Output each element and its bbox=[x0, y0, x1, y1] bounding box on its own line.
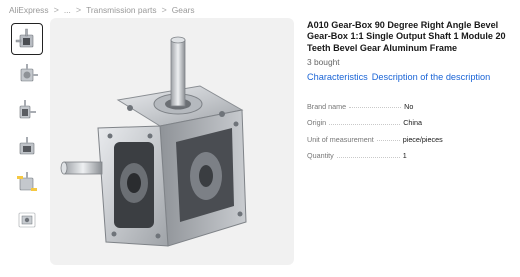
gearbox-exploded-thumbnail-icon bbox=[18, 212, 36, 228]
spec-row: Brand name No bbox=[307, 98, 513, 115]
spec-leader bbox=[376, 140, 400, 142]
spec-key: Unit of measurement bbox=[307, 134, 374, 144]
thumbnail-6[interactable] bbox=[11, 203, 43, 235]
spec-leader bbox=[336, 156, 400, 158]
tab-characteristics[interactable]: Characteristics bbox=[307, 72, 368, 82]
breadcrumb-aliexpress[interactable]: AliExpress bbox=[9, 5, 49, 15]
product-info: A010 Gear-Box 90 Degree Right Angle Beve… bbox=[307, 20, 515, 82]
spec-key: Origin bbox=[307, 118, 327, 128]
main-product-image[interactable] bbox=[50, 18, 294, 265]
thumbnail-strip bbox=[11, 23, 45, 239]
breadcrumb-gears[interactable]: Gears bbox=[172, 5, 195, 15]
gearbox-dimensions-thumbnail-icon bbox=[17, 172, 37, 191]
tab-description[interactable]: Description of the description bbox=[372, 72, 490, 82]
spec-value: China bbox=[403, 118, 422, 128]
breadcrumb-ellipsis[interactable]: ... bbox=[64, 5, 71, 15]
thumbnail-2[interactable] bbox=[11, 59, 43, 91]
gearbox-thumbnail-icon bbox=[15, 28, 34, 48]
spec-key: Brand name bbox=[307, 101, 347, 111]
gearbox-angle-thumbnail-icon bbox=[19, 137, 35, 155]
thumbnail-1[interactable] bbox=[11, 23, 43, 55]
spec-key: Quantity bbox=[307, 151, 334, 161]
spec-row: Origin China bbox=[307, 115, 513, 132]
breadcrumb-transmission-parts[interactable]: Transmission parts bbox=[86, 5, 156, 15]
spec-list: Brand name No Origin China Unit of measu… bbox=[307, 98, 513, 164]
spec-value: No bbox=[404, 101, 414, 111]
spec-leader bbox=[329, 123, 401, 125]
spec-value: 1 bbox=[402, 151, 407, 161]
spec-leader bbox=[349, 107, 402, 109]
gearbox-product-image-icon bbox=[60, 36, 247, 247]
breadcrumb-separator-icon: > bbox=[161, 4, 167, 15]
spec-row: Quantity 1 bbox=[307, 148, 513, 165]
gearbox-front-thumbnail-icon bbox=[19, 100, 36, 119]
gearbox-side-thumbnail-icon bbox=[20, 64, 38, 82]
thumbnail-3[interactable] bbox=[11, 95, 43, 127]
product-tabs: Characteristics Description of the descr… bbox=[307, 72, 515, 82]
spec-row: Unit of measurement piece/pieces bbox=[307, 131, 513, 148]
thumbnail-5[interactable] bbox=[11, 167, 43, 199]
sold-count: 3 bought bbox=[307, 56, 340, 67]
breadcrumb-separator-icon: > bbox=[53, 4, 59, 15]
thumbnail-4[interactable] bbox=[11, 131, 43, 163]
breadcrumb: AliExpress > ... > Transmission parts > … bbox=[9, 3, 195, 16]
product-title: A010 Gear-Box 90 Degree Right Angle Beve… bbox=[307, 20, 506, 53]
spec-value: piece/pieces bbox=[402, 134, 443, 144]
breadcrumb-separator-icon: > bbox=[75, 4, 82, 15]
